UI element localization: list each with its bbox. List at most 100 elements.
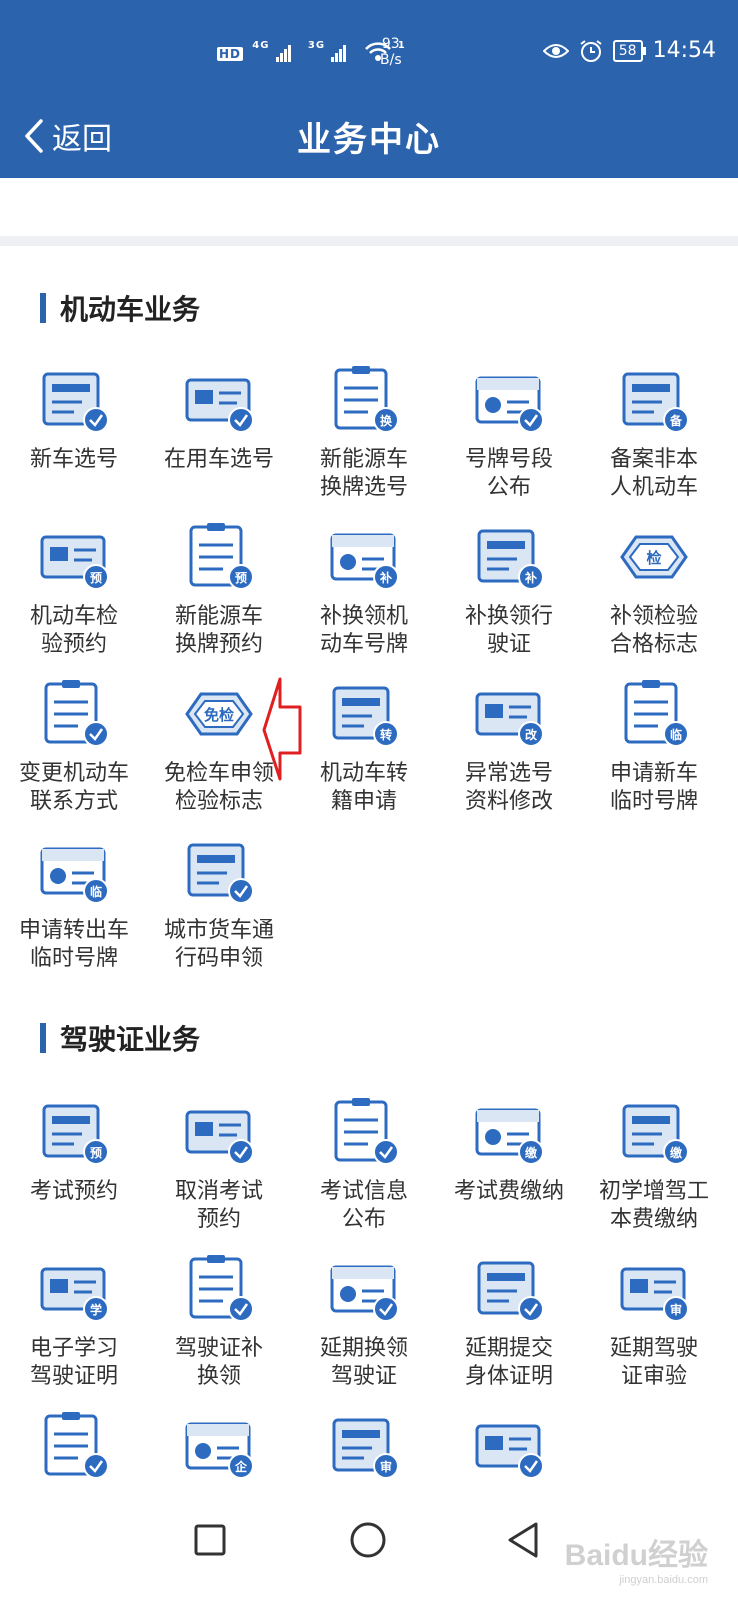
svg-text:检: 检	[646, 549, 661, 567]
transfer-temp-plate-icon: 临	[34, 831, 114, 911]
svg-text:临: 临	[90, 884, 102, 899]
enterprise-icon: 企	[179, 1406, 259, 1486]
service-item[interactable]: 变更机动车 联系方式	[0, 674, 148, 816]
plate-replace-icon: 补	[324, 517, 404, 597]
service-item[interactable]: 延期换领 驾驶证	[290, 1249, 438, 1391]
service-item-label: 延期提交 身体证明	[464, 1336, 553, 1389]
service-item-label: 取消考试 预约	[174, 1179, 263, 1232]
used-car-select-icon	[179, 360, 259, 440]
service-item[interactable]	[0, 1406, 148, 1492]
service-item[interactable]: 学电子学习 驾驶证明	[0, 1249, 148, 1391]
service-item[interactable]: 检补领检验 合格标志	[580, 517, 728, 659]
service-item[interactable]: 补补换领机 动车号牌	[290, 517, 438, 659]
service-item[interactable]: 预考试预约	[0, 1092, 148, 1206]
license-section-title: 驾驶证业务	[40, 1018, 200, 1058]
svg-text:免检: 免检	[204, 706, 234, 724]
network-indicators: HD 4G 3G 1	[217, 40, 406, 62]
phone-change-icon	[34, 1406, 114, 1486]
annotation-arrow-icon	[262, 677, 302, 781]
home-button[interactable]	[338, 1510, 398, 1570]
service-item-label: 初学增驾工 本费缴纳	[598, 1179, 709, 1232]
service-item-label: 申请新车 临时号牌	[609, 761, 698, 814]
status-right: 58 14:54	[542, 38, 716, 63]
service-item[interactable]: 转机动车转 籍申请	[290, 674, 438, 816]
service-item[interactable]: 预机动车检 验预约	[0, 517, 148, 659]
back-nav-button[interactable]	[494, 1510, 554, 1570]
vehicle-section-title: 机动车业务	[40, 288, 200, 328]
service-item[interactable]: 换新能源车 换牌选号	[290, 360, 438, 502]
service-item[interactable]: 备备案非本 人机动车	[580, 360, 728, 502]
inspection-booking-icon: 预	[34, 517, 114, 597]
new-temp-plate-icon: 临	[614, 674, 694, 754]
register-vehicle-icon: 备	[614, 360, 694, 440]
service-item-label: 延期换领 驾驶证	[319, 1336, 408, 1389]
ev-plate-booking-icon: 预	[179, 517, 259, 597]
service-item-label: 补换领行 驶证	[464, 604, 553, 657]
plate-range-publish-icon	[469, 360, 549, 440]
top-scroll-strip	[0, 178, 738, 236]
exam-cancel-icon	[179, 1092, 259, 1172]
service-item[interactable]: 改异常选号 资料修改	[435, 674, 583, 816]
service-item[interactable]: 取消考试 预约	[145, 1092, 293, 1234]
status-bar: HD 4G 3G 1 93 B/s 58 14:54	[0, 0, 738, 100]
service-item[interactable]: 缴考试费缴纳	[435, 1092, 583, 1206]
exam-fee-icon: 缴	[469, 1092, 549, 1172]
section-accent-bar	[40, 1023, 46, 1053]
svg-text:学: 学	[90, 1302, 102, 1317]
exempt-mark-icon: 免检	[179, 674, 259, 754]
svg-text:缴: 缴	[525, 1145, 538, 1160]
service-item[interactable]: 临申请新车 临时号牌	[580, 674, 728, 816]
service-item-label: 号牌号段 公布	[464, 447, 553, 500]
service-item-label: 电子学习 驾驶证明	[29, 1336, 118, 1389]
service-item-label: 考试预约	[29, 1179, 118, 1204]
svg-text:审: 审	[670, 1302, 682, 1317]
service-item[interactable]: 在用车选号	[145, 360, 293, 474]
service-item-label: 机动车转 籍申请	[319, 761, 408, 814]
svg-text:预: 预	[90, 1146, 102, 1160]
delay-health-icon	[469, 1249, 549, 1329]
service-item[interactable]: 驾驶证补 换领	[145, 1249, 293, 1391]
svg-text:缴: 缴	[670, 1145, 683, 1160]
service-item-label: 机动车检 验预约	[29, 604, 118, 657]
service-item-label: 城市货车通 行码申领	[163, 918, 274, 971]
recent-apps-button[interactable]	[180, 1510, 240, 1570]
service-item[interactable]: 审	[290, 1406, 438, 1492]
svg-text:转: 转	[380, 727, 392, 742]
svg-text:审: 审	[380, 1459, 392, 1474]
learner-fee-icon: 缴	[614, 1092, 694, 1172]
service-item-label: 驾驶证补 换领	[174, 1336, 263, 1389]
service-item[interactable]: 缴初学增驾工 本费缴纳	[580, 1092, 728, 1234]
net-speed-unit: B/s	[380, 52, 402, 68]
service-item[interactable]: 补补换领行 驶证	[435, 517, 583, 659]
svg-text:备: 备	[669, 413, 683, 428]
exam-booking-icon: 预	[34, 1092, 114, 1172]
license-replace-icon: 补	[469, 517, 549, 597]
watermark-url: jingyan.baidu.com	[619, 1574, 708, 1586]
e-learning-permit-icon: 学	[34, 1249, 114, 1329]
sim1-label: 4G	[252, 40, 270, 51]
service-item[interactable]: 临申请转出车 临时号牌	[0, 831, 148, 973]
service-item-label: 延期驾驶 证审验	[609, 1336, 698, 1389]
svg-text:企: 企	[234, 1459, 248, 1474]
eye-icon	[542, 43, 569, 58]
license-reissue-icon	[179, 1249, 259, 1329]
service-item[interactable]: 新车选号	[0, 360, 148, 474]
service-item[interactable]: 考试信息 公布	[290, 1092, 438, 1234]
page-title: 业务中心	[297, 120, 441, 160]
e-license-icon	[469, 1406, 549, 1486]
change-contact-icon	[34, 674, 114, 754]
service-item[interactable]: 号牌号段 公布	[435, 360, 583, 502]
section-accent-bar	[40, 293, 46, 323]
service-item[interactable]: 企	[145, 1406, 293, 1492]
service-item[interactable]: 城市货车通 行码申领	[145, 831, 293, 973]
alarm-icon	[580, 39, 602, 62]
svg-text:补: 补	[524, 570, 537, 585]
service-item-label: 新能源车 换牌预约	[174, 604, 263, 657]
exam-info-icon	[324, 1092, 404, 1172]
service-item[interactable]: 延期提交 身体证明	[435, 1249, 583, 1391]
service-item[interactable]: 预新能源车 换牌预约	[145, 517, 293, 659]
service-item-label: 异常选号 资料修改	[464, 761, 553, 814]
service-item-label: 补领检验 合格标志	[609, 604, 698, 657]
service-item[interactable]: 审延期驾驶 证审验	[580, 1249, 728, 1391]
service-item[interactable]	[435, 1406, 583, 1492]
